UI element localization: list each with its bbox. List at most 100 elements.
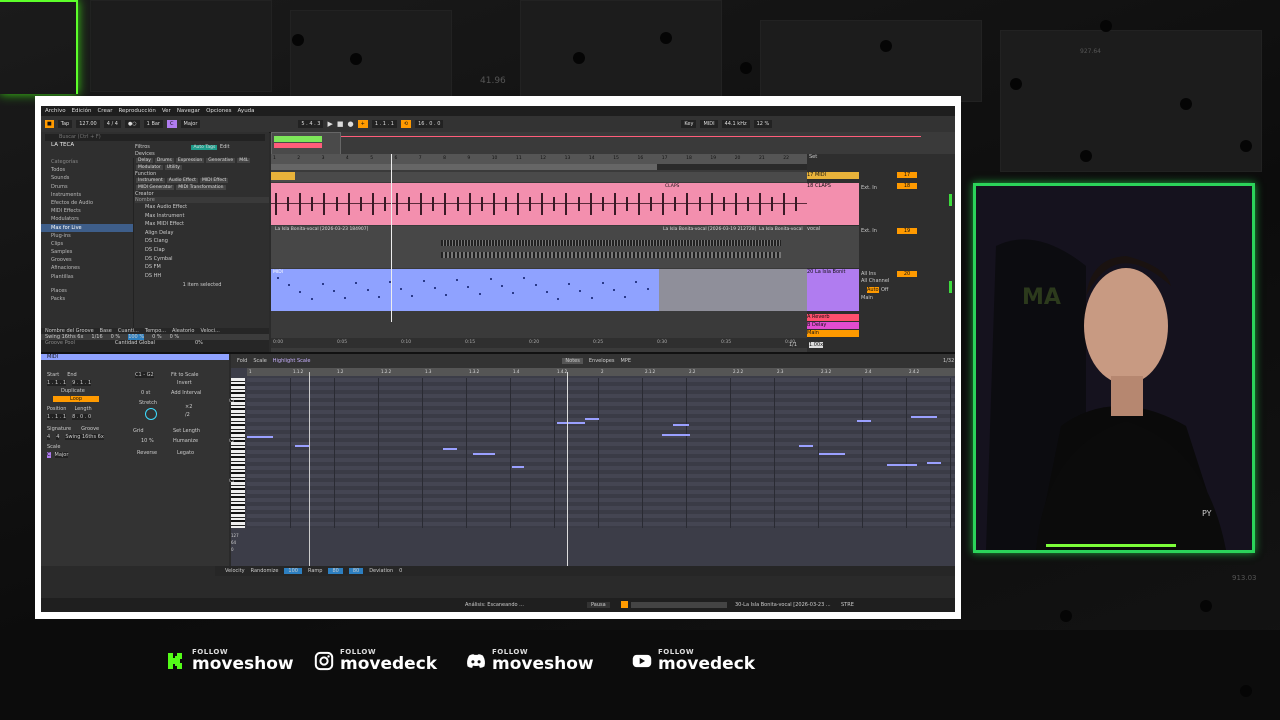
invert-button[interactable]: Invert: [177, 380, 192, 386]
time-signature[interactable]: 4 / 4: [103, 120, 121, 128]
category-item[interactable]: Efectos de Audio: [41, 199, 133, 207]
clip-title[interactable]: MIDI: [41, 354, 229, 360]
places-item[interactable]: Packs: [41, 295, 133, 303]
add-interval-button[interactable]: Add Interval: [171, 390, 201, 396]
piano-roll[interactable]: 1 1.1.2 1.2 1.2.2 1.3 1.3.2 1.4 1.4.2 2 2.1.2 2.2 2…: [229, 368, 955, 566]
midi-note[interactable]: [557, 422, 585, 424]
browser-search[interactable]: Buscar (Ctrl + F): [45, 134, 265, 141]
channel-select[interactable]: All Channel: [861, 278, 889, 284]
length-value[interactable]: 8 . 0 . 0: [72, 414, 92, 420]
browser-item[interactable]: DS FM: [135, 263, 269, 272]
return-b[interactable]: B Delay: [807, 322, 859, 329]
social-kick[interactable]: FOLLOW moveshow: [166, 648, 294, 673]
filters-label[interactable]: Filtros: [135, 144, 150, 150]
tag-delay[interactable]: Delay: [136, 158, 153, 163]
social-instagram[interactable]: FOLLOW movedeck: [314, 648, 437, 673]
input-select[interactable]: Ext. In: [861, 228, 877, 234]
arrangement-position[interactable]: 5 . 4 . 3: [298, 120, 324, 128]
time-ruler[interactable]: 0:00 0:05 0:10 0:15 0:20 0:25 0:30 0:35 0:40: [271, 338, 807, 348]
menu-edicion[interactable]: Edición: [72, 108, 92, 114]
global-amount-value[interactable]: 0%: [195, 340, 203, 346]
menu-archivo[interactable]: Archivo: [45, 108, 66, 114]
tag-utility[interactable]: Utility: [164, 165, 182, 170]
groove-velocity[interactable]: 0 %: [170, 334, 180, 340]
input-select[interactable]: All Ins: [861, 271, 876, 277]
browser-item[interactable]: DS Clap: [135, 246, 269, 255]
category-item[interactable]: Grooves: [41, 256, 133, 264]
set-label[interactable]: Set: [809, 154, 817, 160]
midi-note[interactable]: [799, 445, 813, 447]
track-number[interactable]: 17: [897, 172, 917, 178]
record-icon[interactable]: ●: [348, 120, 354, 128]
loop-start[interactable]: 1 . 1 . 1: [371, 120, 397, 128]
tag-modulator[interactable]: Modulator: [136, 165, 163, 170]
scale-button[interactable]: Scale: [253, 358, 266, 364]
humanize-amount[interactable]: 10 %: [141, 438, 154, 444]
ramp-end[interactable]: 80: [348, 568, 364, 574]
midi-note[interactable]: [887, 464, 917, 466]
track-name-20[interactable]: 20 La Isla Bonit: [807, 269, 859, 311]
output-select[interactable]: Main: [861, 295, 873, 301]
loop-length[interactable]: 16 . 0 . 0: [415, 120, 444, 128]
halve-button[interactable]: /2: [185, 412, 190, 418]
midi-note[interactable]: [295, 445, 309, 447]
legato-button[interactable]: Legato: [177, 450, 194, 456]
menu-navegar[interactable]: Navegar: [177, 108, 200, 114]
category-item[interactable]: Sounds: [41, 174, 133, 182]
edit-button[interactable]: Edit: [220, 144, 230, 150]
midi-note[interactable]: [443, 448, 457, 450]
track-name-18[interactable]: 18 CLAPS: [807, 183, 859, 225]
warning-icon[interactable]: [621, 601, 628, 608]
stretch-knob[interactable]: [145, 408, 157, 420]
sig-denominator[interactable]: 4: [56, 434, 60, 440]
zoom-level[interactable]: 1.00x: [809, 342, 824, 348]
main-track[interactable]: Main: [807, 330, 859, 337]
browser-item[interactable]: Max MIDI Effect: [135, 220, 269, 229]
track-number[interactable]: 20: [897, 271, 917, 277]
tap-button[interactable]: Tap: [57, 120, 73, 128]
category-item[interactable]: MIDI Effects: [41, 207, 133, 215]
scale-key[interactable]: C: [47, 452, 51, 458]
category-item[interactable]: Clips: [41, 240, 133, 248]
midi-note[interactable]: [911, 416, 937, 418]
midi-clip[interactable]: MIDI: [271, 269, 659, 311]
tag-midi-generator[interactable]: MIDI Generator: [136, 185, 175, 190]
tab-envelopes[interactable]: Envelopes: [589, 358, 615, 364]
browser-item[interactable]: Max Audio Effect: [135, 203, 269, 212]
duplicate-button[interactable]: Duplicate: [61, 388, 85, 394]
link-icon[interactable]: ■: [45, 120, 54, 128]
category-item[interactable]: Afinaciones: [41, 264, 133, 272]
browser-item[interactable]: DS Clang: [135, 237, 269, 246]
overview-strip[interactable]: [271, 132, 341, 156]
track-name-17[interactable]: 17 MIDI: [807, 172, 859, 179]
deviation-value[interactable]: 0: [399, 568, 402, 574]
browser-item[interactable]: Align Delay: [135, 229, 269, 238]
input-select[interactable]: Ext. In: [861, 185, 877, 191]
groove-base[interactable]: 1/16: [91, 334, 102, 340]
bar-ruler[interactable]: 1234567891011121314151617181920212223: [271, 154, 813, 164]
category-item[interactable]: Plug-ins: [41, 232, 133, 240]
tag-generative[interactable]: Generative: [206, 158, 236, 163]
note-range[interactable]: C1 - G2: [135, 372, 154, 378]
category-item[interactable]: Modulators: [41, 215, 133, 223]
piano-roll-ruler[interactable]: 1 1.1.2 1.2 1.2.2 1.3 1.3.2 1.4 1.4.2 2 2.1.2 2.2 2…: [247, 368, 955, 376]
sig-numerator[interactable]: 4: [47, 434, 51, 440]
set-length-button[interactable]: Set Length: [173, 428, 200, 434]
browser-item[interactable]: DS HH: [135, 272, 269, 281]
start-value[interactable]: 1 . 1 . 1: [47, 380, 67, 386]
double-button[interactable]: ×2: [185, 404, 192, 410]
play-icon[interactable]: ▶: [327, 120, 332, 128]
library-name[interactable]: LA TECA: [51, 142, 74, 148]
midi-note[interactable]: [473, 453, 495, 455]
key-select[interactable]: C: [167, 120, 177, 128]
ramp-start[interactable]: 80: [328, 568, 343, 574]
tag-midi-transformation[interactable]: MIDI Transformation: [176, 185, 226, 190]
tempo-field[interactable]: 127.00: [76, 120, 100, 128]
claps-track[interactable]: CLAPS: [271, 183, 807, 225]
scale-select[interactable]: Major: [180, 120, 201, 128]
browser-item[interactable]: DS Cymbal: [135, 255, 269, 264]
tag-expression[interactable]: Expression: [175, 158, 205, 163]
randomize-value[interactable]: 100: [284, 568, 302, 574]
category-item[interactable]: Instruments: [41, 191, 133, 199]
midi-map-button[interactable]: MIDI: [700, 120, 718, 128]
